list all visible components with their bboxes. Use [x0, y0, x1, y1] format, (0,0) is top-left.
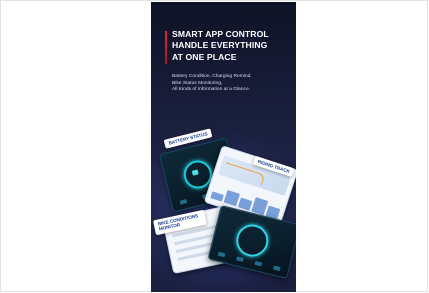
headline-line: HANDLE EVERYTHING — [172, 40, 268, 51]
feature-line: Battery Condition, Charging Remind, — [172, 74, 252, 79]
accent-bar — [165, 31, 167, 64]
feature-line: All Kinds of Information at a Glance. — [172, 87, 251, 93]
feature-description: Battery Condition, Charging Remind, Bike… — [172, 74, 294, 94]
headline-line: SMART APP CONTROL — [172, 29, 269, 39]
speed-dial-icon — [232, 221, 272, 260]
app-promo-image: SMART APP CONTROL HANDLE EVERYTHING AT O… — [151, 2, 296, 292]
headline: SMART APP CONTROL HANDLE EVERYTHING AT O… — [172, 29, 294, 63]
headline-line: AT ONE PLACE — [172, 51, 237, 62]
